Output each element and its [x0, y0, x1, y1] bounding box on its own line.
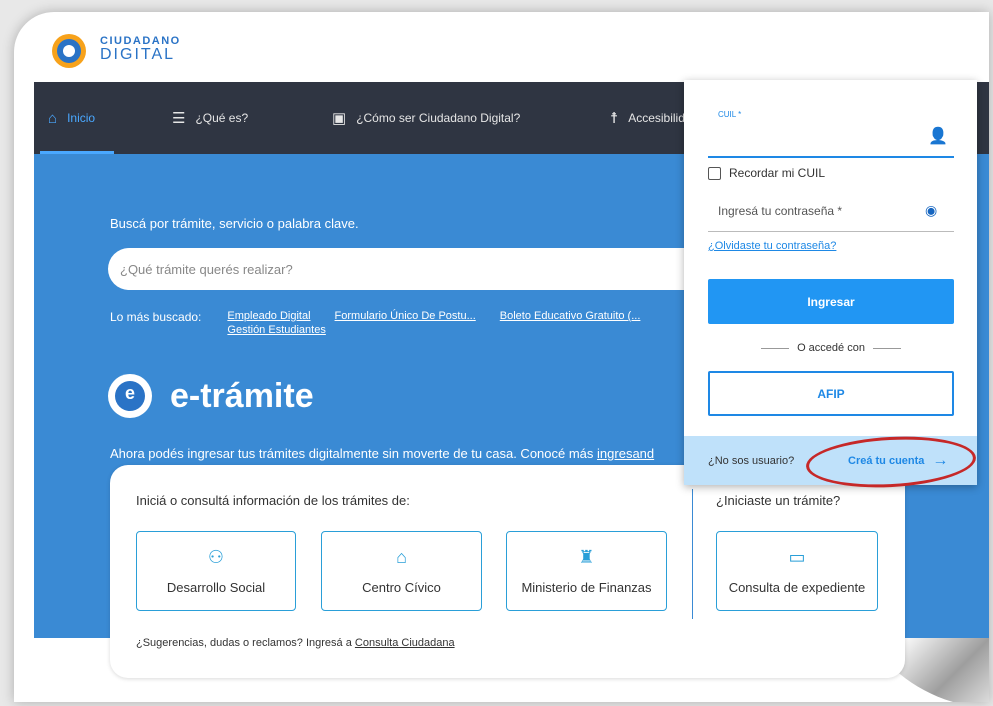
card-divider	[692, 489, 693, 619]
popular-searches: Lo más buscado: Empleado Digital Formula…	[110, 310, 687, 336]
popular-link[interactable]: Empleado Digital	[227, 310, 310, 322]
home-icon: ⌂	[48, 109, 58, 127]
forgot-password-link[interactable]: ¿Olvidaste tu contraseña?	[708, 240, 836, 252]
building-icon: ⌂	[396, 547, 407, 567]
remember-label: Recordar mi CUIL	[729, 166, 826, 180]
tower-icon: ♜	[578, 547, 595, 567]
etramite-title: e-trámite	[170, 376, 314, 415]
card-title-left: Iniciá o consultá información de los trá…	[136, 493, 410, 508]
consulta-ciudadana-link[interactable]: Consulta Ciudadana	[355, 637, 455, 649]
tile-label: Centro Cívico	[362, 580, 441, 595]
password-underline	[708, 231, 954, 232]
ingresar-button[interactable]: Ingresar	[708, 279, 954, 324]
popular-link[interactable]: Formulario Único De Postu...	[335, 310, 476, 322]
nav-item-inicio[interactable]: ⌂ Inicio	[34, 82, 120, 154]
nav-item-que-es[interactable]: ☰ ¿Qué es?	[120, 82, 280, 154]
password-input[interactable]: Ingresá tu contraseña *	[718, 204, 842, 218]
popular-link[interactable]: Gestión Estudiantes	[227, 324, 325, 336]
tile-consulta-expediente[interactable]: ▭ Consulta de expediente	[716, 531, 878, 611]
nav-label: ¿Cómo ser Ciudadano Digital?	[356, 111, 521, 125]
popular-link[interactable]: Boleto Educativo Gratuito (...	[500, 310, 641, 322]
nav-item-como-ser[interactable]: ▣ ¿Cómo ser Ciudadano Digital?	[280, 82, 570, 154]
id-card-icon: ▣	[332, 110, 347, 127]
logo-line2: DIGITAL	[100, 45, 176, 63]
remember-cuil[interactable]: Recordar mi CUIL	[708, 166, 825, 180]
tile-label: Ministerio de Finanzas	[521, 580, 652, 595]
no-user-text: ¿No sos usuario?	[708, 454, 795, 467]
list-icon: ☰	[172, 110, 186, 127]
accessibility-icon: ☨	[610, 110, 619, 127]
logo-line1: CIUDADANO	[100, 34, 181, 47]
site-logo[interactable]: CIUDADANO DIGITAL	[48, 28, 181, 70]
tile-label: Consulta de expediente	[728, 580, 866, 595]
or-divider: O accedé con	[708, 342, 954, 354]
popular-label: Lo más buscado:	[110, 310, 202, 324]
etramite-brand: e e-trámite	[108, 374, 314, 418]
remember-checkbox[interactable]	[708, 166, 721, 180]
search-label: Buscá por trámite, servicio o palabra cl…	[110, 216, 359, 231]
user-icon: 👤	[928, 128, 948, 145]
cuil-input[interactable]	[708, 156, 954, 158]
nav-label: ¿Qué es?	[195, 111, 249, 125]
tile-centro-civico[interactable]: ⌂ Centro Cívico	[321, 531, 482, 611]
hero-subtitle-link[interactable]: ingresand	[597, 446, 654, 461]
card-title-right: ¿Iniciaste un trámite?	[716, 493, 841, 508]
logo-mark-icon	[48, 28, 90, 70]
tile-desarrollo-social[interactable]: ⚇ Desarrollo Social	[136, 531, 296, 611]
nav-label: Inicio	[67, 111, 96, 125]
afip-button[interactable]: AFIP	[708, 371, 954, 416]
login-panel: CUIL * 👤 Recordar mi CUIL Ingresá tu con…	[684, 80, 977, 485]
hero-subtitle: Ahora podés ingresar tus trámites digita…	[110, 446, 655, 461]
etramite-logo-icon: e	[108, 374, 152, 418]
tile-ministerio-finanzas[interactable]: ♜ Ministerio de Finanzas	[506, 531, 667, 611]
search-input[interactable]: ¿Qué trámite querés realizar?	[108, 248, 728, 290]
cuil-label: CUIL *	[718, 110, 742, 119]
folder-icon: ▭	[788, 547, 806, 567]
tramites-card: Iniciá o consultá información de los trá…	[110, 465, 905, 678]
tile-label: Desarrollo Social	[166, 580, 266, 595]
card-footer: ¿Sugerencias, dudas o reclamos? Ingresá …	[136, 637, 455, 649]
eye-off-icon[interactable]: ◉	[925, 202, 937, 219]
people-icon: ⚇	[207, 547, 225, 567]
